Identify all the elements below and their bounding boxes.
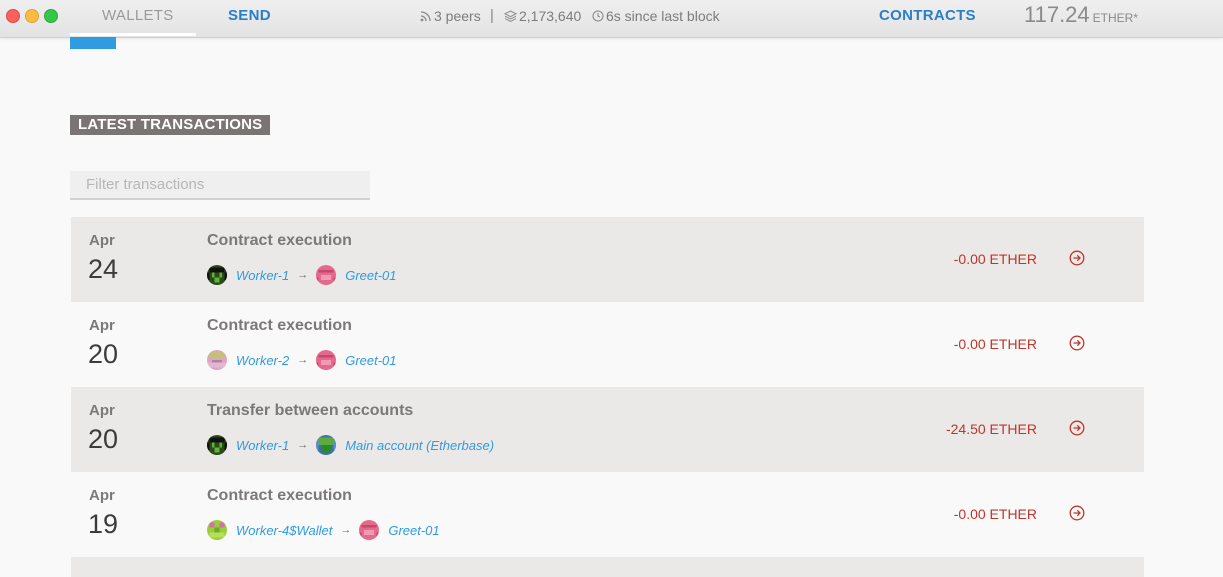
to-account-link[interactable]: Greet-01 [388, 523, 439, 538]
transaction-type: Transfer between accounts [207, 402, 414, 419]
transaction-month: Apr [89, 232, 115, 249]
peers-count: 3 peers [434, 8, 481, 24]
circle-arrow-right-icon[interactable] [1069, 250, 1085, 271]
circle-arrow-right-icon[interactable] [1069, 505, 1085, 526]
to-account-link[interactable]: Greet-01 [345, 268, 396, 283]
block-number-status: 2,173,640 [504, 8, 581, 24]
arrow-right-icon: → [340, 524, 352, 536]
transaction-type: Contract execution [207, 317, 352, 334]
transaction-parties: Worker-4$Wallet → Greet-01 [207, 520, 448, 540]
from-account-link[interactable]: Worker-1 [236, 268, 289, 283]
transaction-day: 20 [88, 424, 119, 454]
tab-contracts[interactable]: CONTRACTS [879, 7, 976, 24]
transactions-list: Apr 24 Contract execution Worker-1 → Gre… [71, 217, 1144, 577]
active-tab-indicator [70, 33, 196, 36]
signal-icon [420, 11, 431, 22]
from-account-link[interactable]: Worker-2 [236, 353, 289, 368]
close-window-button[interactable] [6, 9, 20, 23]
transaction-day: 19 [88, 509, 119, 539]
identicon-icon [316, 435, 337, 455]
layers-icon [504, 10, 517, 22]
circle-arrow-right-icon[interactable] [1069, 420, 1085, 441]
transaction-row[interactable]: Apr 24 Contract execution Worker-1 → Gre… [71, 217, 1144, 302]
to-account-link[interactable]: Main account (Etherbase) [345, 438, 494, 453]
tab-wallets[interactable]: WALLETS [102, 7, 174, 24]
transaction-row-partial[interactable] [71, 557, 1144, 577]
peers-status: 3 peers [420, 8, 481, 24]
filter-transactions-input[interactable] [70, 171, 370, 200]
identicon-icon [207, 435, 227, 455]
transaction-amount: -0.00 ETHER [953, 251, 1037, 267]
identicon-icon [207, 350, 227, 370]
transaction-amount: -0.00 ETHER [953, 506, 1037, 522]
transaction-month: Apr [89, 402, 115, 419]
transaction-type: Contract execution [207, 487, 352, 504]
balance-unit[interactable]: ETHER* [1093, 11, 1138, 25]
last-block-time: 6s since last block [606, 8, 720, 24]
latest-transactions-heading: LATEST TRANSACTIONS [70, 115, 271, 135]
from-account-link[interactable]: Worker-4$Wallet [236, 523, 332, 538]
arrow-right-icon: → [297, 269, 309, 281]
transaction-row[interactable]: Apr 19 Contract execution Worker-4$Walle… [71, 472, 1144, 557]
transaction-amount: -0.00 ETHER [953, 336, 1037, 352]
transaction-parties: Worker-1 → Main account (Etherbase) [207, 435, 502, 455]
from-account-link[interactable]: Worker-1 [236, 438, 289, 453]
transaction-row[interactable]: Apr 20 Contract execution Worker-2 → Gre… [71, 302, 1144, 387]
balance-amount: 117.24 [1024, 2, 1090, 27]
total-balance: 117.24 ETHER* [1024, 2, 1138, 28]
block-number: 2,173,640 [519, 8, 582, 24]
last-block-status: 6s since last block [592, 8, 720, 24]
arrow-right-icon: → [297, 439, 309, 451]
identicon-icon [207, 520, 227, 540]
circle-arrow-right-icon[interactable] [1069, 335, 1085, 356]
transaction-day: 20 [88, 339, 119, 369]
transaction-parties: Worker-2 → Greet-01 [207, 350, 405, 370]
transaction-row[interactable]: Apr 20 Transfer between accounts Worker-… [71, 387, 1144, 472]
status-separator: | [490, 7, 494, 24]
zoom-window-button[interactable] [44, 9, 58, 23]
clock-icon [592, 10, 604, 22]
tab-send[interactable]: SEND [228, 7, 271, 24]
transaction-month: Apr [89, 317, 115, 334]
transaction-amount: -24.50 ETHER [945, 421, 1037, 437]
transaction-day: 24 [88, 254, 119, 284]
identicon-icon [316, 350, 337, 370]
transaction-parties: Worker-1 → Greet-01 [207, 265, 405, 285]
identicon-icon [207, 265, 227, 285]
top-bar: WALLETS SEND 3 peers | 2,173,640 6s sinc… [0, 0, 1223, 38]
transaction-type: Contract execution [207, 232, 352, 249]
minimize-window-button[interactable] [25, 9, 39, 23]
arrow-right-icon: → [297, 354, 309, 366]
identicon-icon [359, 520, 380, 540]
to-account-link[interactable]: Greet-01 [345, 353, 396, 368]
account-color-strip [70, 37, 116, 49]
transaction-month: Apr [89, 487, 115, 504]
identicon-icon [316, 265, 337, 285]
